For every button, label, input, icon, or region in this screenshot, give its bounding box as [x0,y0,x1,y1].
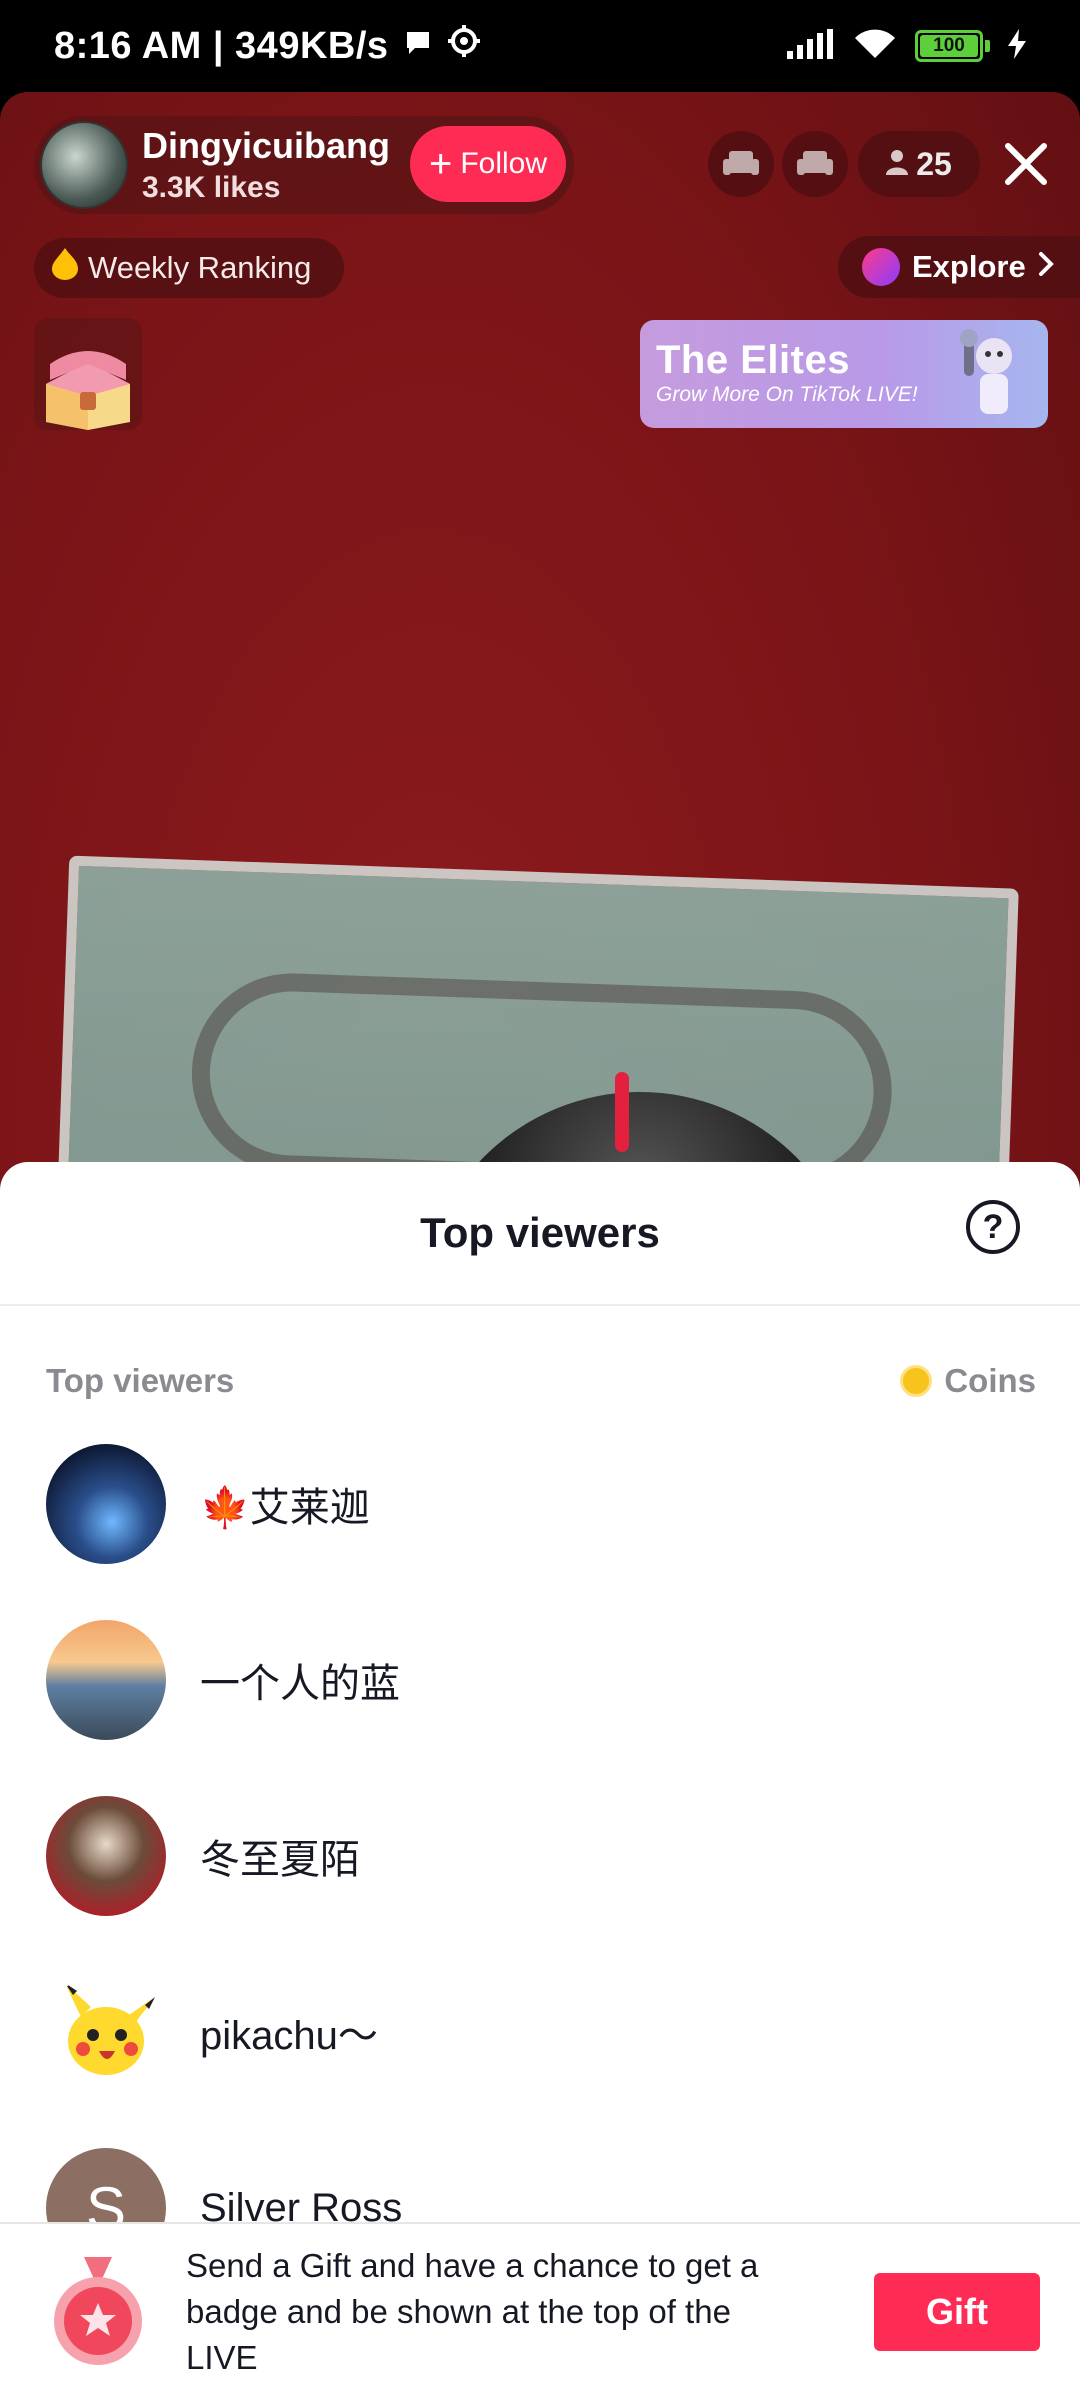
viewer-row[interactable]: 🍁艾莱迦 [46,1444,1036,1564]
chat-bubble-icon [403,25,433,68]
flame-icon [52,248,78,288]
weekly-ranking-pill[interactable]: Weekly Ranking [34,238,344,298]
viewer-row[interactable]: 冬至夏陌 [46,1796,1036,1916]
viewer-name: 一个人的蓝 [200,1662,400,1706]
follow-button[interactable]: + Follow [410,126,566,202]
viewer-avatar[interactable] [46,1796,166,1916]
follow-label: Follow [460,147,548,180]
badge-medal-icon [50,2257,146,2367]
signal-icon [787,28,835,64]
person-icon [886,146,909,183]
coins-column-header: Coins [900,1362,1036,1400]
settings-gear-icon [447,24,481,68]
viewer-name: 🍁艾莱迦 [200,1486,370,1530]
host-avatar[interactable] [40,121,128,209]
coins-label: Coins [944,1362,1036,1399]
pikachu-icon [65,1983,155,2075]
battery-icon: 100 [915,30,990,62]
sheet-title: Top viewers [420,1209,660,1256]
viewer-avatar[interactable] [46,1972,166,2092]
gift-prompt-bar: Send a Gift and have a chance to get a b… [0,2222,1080,2400]
viewer-row[interactable]: 一个人的蓝 [46,1620,1036,1740]
explore-pill[interactable]: Explore [838,236,1080,298]
charging-icon [1008,28,1026,64]
status-bar: 8:16 AM | 349KB/s 100 [0,0,1080,92]
sofa-seat-icon[interactable] [708,131,774,197]
viewer-name: 冬至夏陌 [200,1838,360,1882]
status-time-speed: 8:16 AM | 349KB/s [54,24,389,67]
gift-button[interactable]: Gift [874,2273,1040,2351]
plus-icon: + [428,142,453,186]
explore-ball-icon [862,248,900,286]
viewer-count-pill[interactable]: 25 [858,131,980,197]
viewer-name: pikachu〜 [200,2014,378,2058]
viewer-count: 25 [916,145,952,182]
host-name[interactable]: Dingyicuibang [142,125,390,167]
viewer-avatar[interactable] [46,1620,166,1740]
weekly-ranking-label: Weekly Ranking [88,250,312,285]
top-viewers-sheet: Top viewers ? Top viewers Coins 🍁艾莱迦 一个人… [0,1162,1080,2400]
coin-icon [900,1365,933,1397]
list-header: Top viewers Coins [46,1362,1036,1400]
viewer-row[interactable]: pikachu〜 [46,1972,1036,2092]
help-question-icon[interactable]: ? [966,1200,1020,1254]
battery-level: 100 [920,35,978,57]
chevron-right-icon [1038,249,1054,285]
sheet-header: Top viewers ? [0,1162,1080,1306]
host-likes: 3.3K likes [142,171,281,204]
the-elites-banner[interactable]: The Elites Grow More On TikTok LIVE! [640,320,1048,428]
explore-label: Explore [912,249,1026,284]
sofa-seat-icon[interactable] [782,131,848,197]
gift-prompt-text: Send a Gift and have a chance to get a b… [186,2247,759,2376]
treasure-chest-icon[interactable] [34,318,142,430]
close-icon[interactable] [996,128,1056,200]
list-header-label: Top viewers [46,1362,235,1399]
wifi-icon [853,28,897,65]
viewer-avatar[interactable] [46,1444,166,1564]
microphone-mascot-icon [952,328,1036,424]
